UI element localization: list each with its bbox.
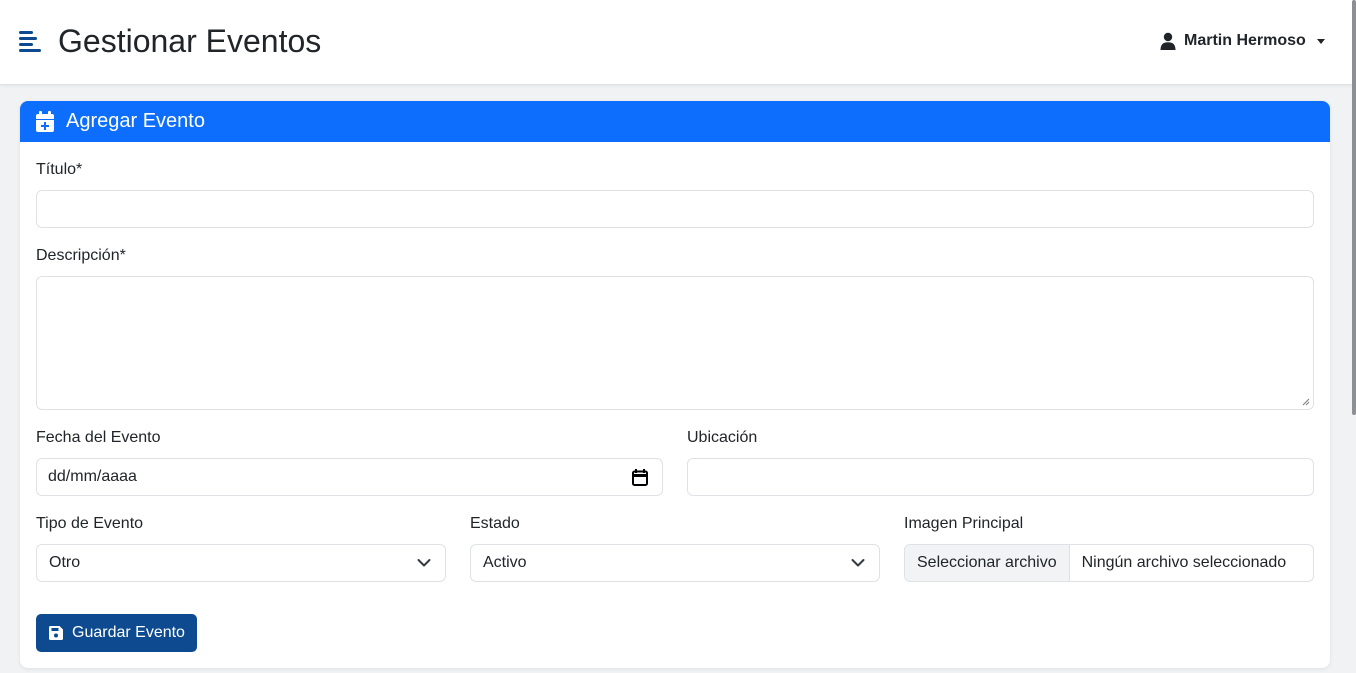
chevron-down-icon bbox=[851, 559, 865, 567]
calendar-plus-icon bbox=[36, 110, 54, 132]
choose-file-button[interactable]: Seleccionar archivo bbox=[905, 545, 1070, 581]
add-event-card: Agregar Evento Título* Descripción* Fech… bbox=[20, 101, 1330, 668]
chevron-down-icon bbox=[417, 559, 431, 567]
page-scrollbar[interactable] bbox=[1352, 0, 1356, 415]
status-value: Activo bbox=[483, 554, 527, 571]
date-value: dd/mm/aaaa bbox=[48, 468, 137, 485]
floppy-disk-icon bbox=[49, 626, 63, 640]
file-status: Ningún archivo seleccionado bbox=[1081, 554, 1287, 571]
image-label: Imagen Principal bbox=[904, 515, 1024, 532]
user-menu[interactable]: Martin Hermoso bbox=[1160, 30, 1325, 52]
menu-toggle-icon[interactable] bbox=[19, 31, 42, 53]
description-label: Descripción* bbox=[36, 247, 126, 264]
status-select[interactable]: Activo bbox=[470, 544, 880, 582]
save-event-label: Guardar Evento bbox=[72, 624, 185, 641]
date-input[interactable]: dd/mm/aaaa bbox=[36, 458, 663, 496]
title-label: Título* bbox=[36, 161, 83, 178]
card-title: Agregar Evento bbox=[66, 110, 205, 132]
image-file-input[interactable]: Seleccionar archivo Ningún archivo selec… bbox=[904, 544, 1314, 582]
resize-grip-icon[interactable] bbox=[1302, 398, 1310, 406]
location-label: Ubicación bbox=[687, 429, 758, 446]
location-input[interactable] bbox=[687, 458, 1314, 496]
event-type-label: Tipo de Evento bbox=[36, 515, 144, 532]
page-title: Gestionar Eventos bbox=[58, 23, 322, 59]
user-name: Martin Hermoso bbox=[1184, 32, 1306, 49]
save-event-button[interactable]: Guardar Evento bbox=[36, 614, 197, 652]
event-type-value: Otro bbox=[49, 554, 81, 571]
calendar-icon[interactable] bbox=[632, 469, 648, 486]
card-header: Agregar Evento bbox=[20, 101, 1330, 142]
event-type-select[interactable]: Otro bbox=[36, 544, 446, 582]
top-navbar: Gestionar Eventos Martin Hermoso bbox=[0, 0, 1356, 85]
description-textarea[interactable] bbox=[36, 276, 1314, 410]
status-label: Estado bbox=[470, 515, 520, 532]
date-label: Fecha del Evento bbox=[36, 429, 161, 446]
title-input[interactable] bbox=[36, 190, 1314, 228]
user-icon bbox=[1160, 32, 1176, 50]
caret-down-icon bbox=[1316, 38, 1325, 44]
